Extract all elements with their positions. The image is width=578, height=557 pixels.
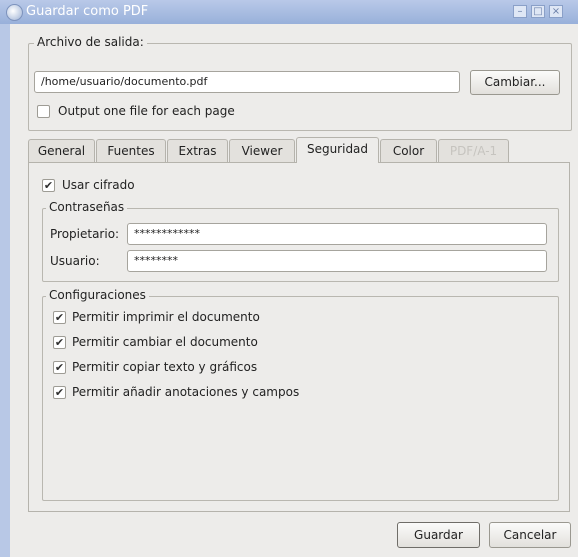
cancel-button[interactable]: Cancelar	[489, 522, 571, 548]
tab-extras[interactable]: Extras	[167, 139, 228, 162]
minimize-button[interactable]: –	[513, 5, 527, 18]
allow-modify-label: Permitir cambiar el documento	[72, 335, 258, 349]
save-pdf-dialog: Guardar como PDF – □ × Archivo de salida…	[0, 0, 578, 557]
tab-general[interactable]: General	[28, 139, 95, 162]
use-encryption-label: Usar cifrado	[62, 178, 135, 192]
save-button[interactable]: Guardar	[397, 522, 480, 548]
tab-viewer[interactable]: Viewer	[229, 139, 295, 162]
user-password-input[interactable]: ********	[127, 250, 547, 272]
tab-color[interactable]: Color	[380, 139, 437, 162]
title-bar: Guardar como PDF – □ ×	[0, 0, 578, 24]
passwords-group-label: Contraseñas	[46, 200, 128, 214]
tab-fuentes[interactable]: Fuentes	[96, 139, 166, 162]
allow-annotations-checkbox[interactable]: ✔	[53, 386, 66, 399]
tab-pdfa1: PDF/A-1	[438, 139, 509, 162]
maximize-button[interactable]: □	[531, 5, 545, 18]
allow-print-checkbox[interactable]: ✔	[53, 311, 66, 324]
one-file-per-page-checkbox[interactable]	[37, 105, 50, 118]
user-password-label: Usuario:	[50, 254, 100, 268]
app-icon	[6, 4, 23, 21]
allow-annotations-label: Permitir añadir anotaciones y campos	[72, 385, 300, 399]
permissions-group-label: Configuraciones	[46, 288, 149, 302]
owner-password-label: Propietario:	[50, 227, 120, 241]
tab-seguridad[interactable]: Seguridad	[296, 137, 379, 163]
use-encryption-checkbox[interactable]: ✔	[42, 179, 55, 192]
allow-copy-checkbox[interactable]: ✔	[53, 361, 66, 374]
window-title: Guardar como PDF	[26, 4, 149, 19]
change-button[interactable]: Cambiar...	[470, 70, 560, 95]
window-frame-left	[0, 24, 10, 557]
allow-print-label: Permitir imprimir el documento	[72, 310, 260, 324]
output-path-input[interactable]: /home/usuario/documento.pdf	[34, 71, 460, 93]
allow-modify-checkbox[interactable]: ✔	[53, 336, 66, 349]
one-file-per-page-label: Output one file for each page	[58, 104, 235, 118]
allow-copy-label: Permitir copiar texto y gráficos	[72, 360, 258, 374]
owner-password-input[interactable]: ************	[127, 223, 547, 245]
close-button[interactable]: ×	[549, 5, 563, 18]
output-file-group-label: Archivo de salida:	[34, 35, 147, 49]
